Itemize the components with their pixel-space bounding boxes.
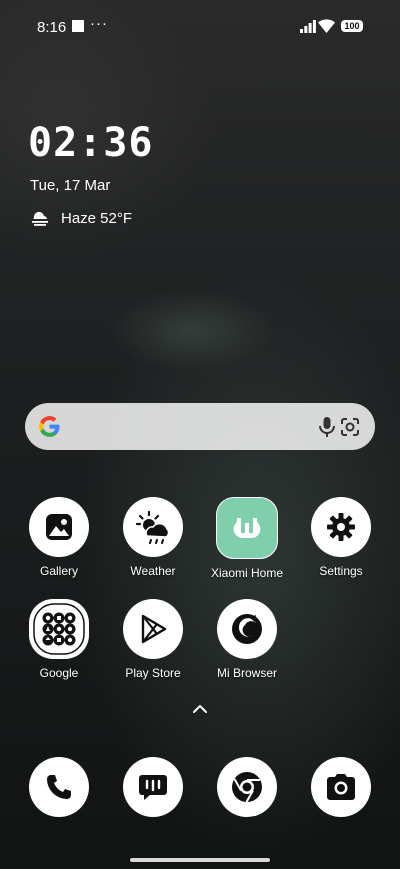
dock-phone[interactable] bbox=[12, 757, 106, 817]
more-notifications-icon: ··· bbox=[90, 15, 108, 32]
notification-square-icon bbox=[72, 20, 84, 32]
app-label: Play Store bbox=[125, 666, 181, 680]
app-settings[interactable]: Settings bbox=[294, 497, 388, 578]
battery-icon: 100 bbox=[341, 20, 363, 32]
app-label: Google bbox=[39, 666, 79, 680]
app-weather[interactable]: Weather bbox=[106, 497, 200, 578]
app-label: Settings bbox=[319, 564, 363, 578]
google-folder-icon bbox=[29, 599, 89, 659]
chrome-icon bbox=[217, 757, 277, 817]
gallery-icon bbox=[29, 497, 89, 557]
app-play-store[interactable]: Play Store bbox=[106, 599, 200, 680]
folder-google[interactable]: Google bbox=[12, 599, 106, 680]
google-search-bar[interactable] bbox=[25, 403, 375, 450]
app-mi-browser[interactable]: Mi Browser bbox=[200, 599, 294, 680]
gear-icon bbox=[311, 497, 371, 557]
messages-icon bbox=[123, 757, 183, 817]
phone-icon bbox=[29, 757, 89, 817]
date[interactable]: Tue, 17 Mar bbox=[30, 177, 110, 194]
mic-icon[interactable] bbox=[317, 416, 337, 438]
weather-icon bbox=[123, 497, 183, 557]
chevron-up-icon[interactable] bbox=[190, 702, 210, 716]
signal-icon bbox=[300, 20, 316, 33]
app-gallery[interactable]: Gallery bbox=[12, 497, 106, 578]
xiaomi-home-icon bbox=[216, 497, 278, 559]
weather-text: Haze 52°F bbox=[61, 209, 133, 227]
status-time: 8:16 bbox=[37, 19, 67, 36]
app-label: Mi Browser bbox=[216, 666, 277, 680]
play-store-icon bbox=[123, 599, 183, 659]
wifi-icon bbox=[318, 19, 335, 33]
status-bar: 8:16 ··· 100 bbox=[0, 0, 400, 52]
dock-messages[interactable] bbox=[106, 757, 200, 817]
haze-icon bbox=[32, 211, 48, 226]
app-xiaomi-home[interactable]: Xiaomi Home bbox=[200, 497, 294, 580]
google-icon bbox=[39, 416, 60, 437]
app-label: Gallery bbox=[39, 564, 78, 578]
clock[interactable]: 02:36 bbox=[28, 120, 153, 166]
app-label: Xiaomi Home bbox=[210, 566, 284, 580]
camera-icon bbox=[311, 757, 371, 817]
app-label: Weather bbox=[130, 564, 176, 578]
dock-camera[interactable] bbox=[294, 757, 388, 817]
gesture-nav-pill[interactable] bbox=[130, 858, 270, 862]
dock-chrome[interactable] bbox=[200, 757, 294, 817]
lens-icon[interactable] bbox=[340, 417, 360, 437]
weather-widget[interactable]: Haze 52°F bbox=[30, 207, 132, 229]
mi-browser-icon bbox=[217, 599, 277, 659]
